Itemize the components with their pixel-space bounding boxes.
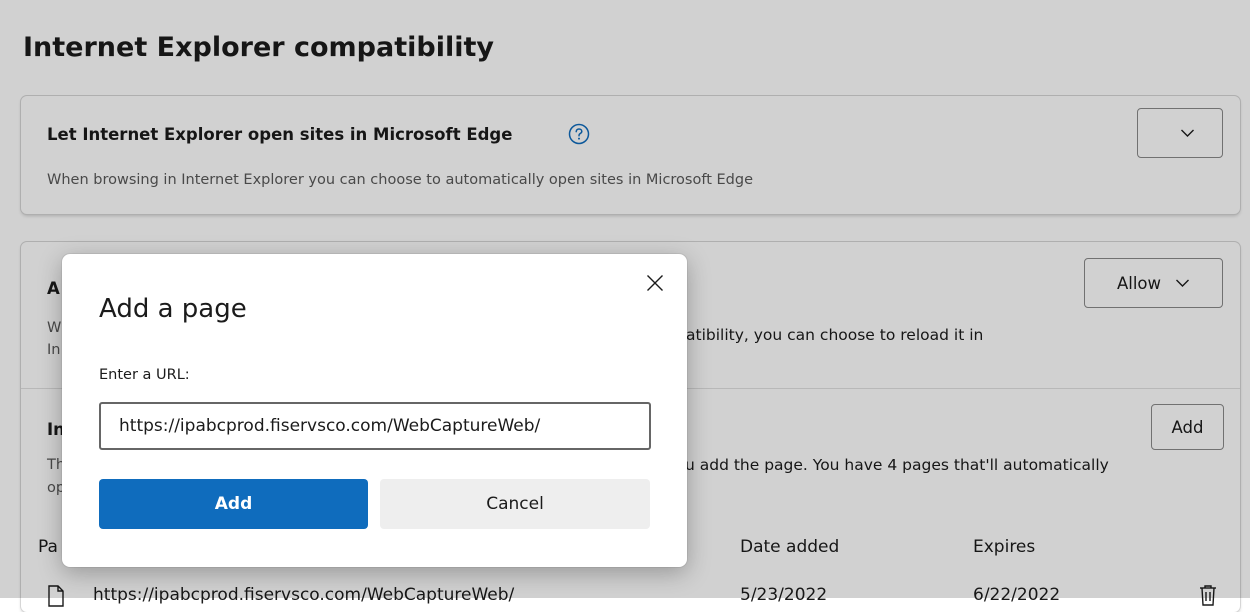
- add-button[interactable]: Add: [99, 479, 368, 529]
- close-button[interactable]: [640, 268, 670, 298]
- url-field-label: Enter a URL:: [99, 367, 190, 383]
- dialog-title: Add a page: [99, 294, 247, 324]
- close-icon: [647, 275, 663, 291]
- cancel-button[interactable]: Cancel: [380, 479, 650, 529]
- url-input[interactable]: [99, 402, 651, 450]
- add-page-dialog: Add a page Enter a URL: Add Cancel: [62, 254, 687, 567]
